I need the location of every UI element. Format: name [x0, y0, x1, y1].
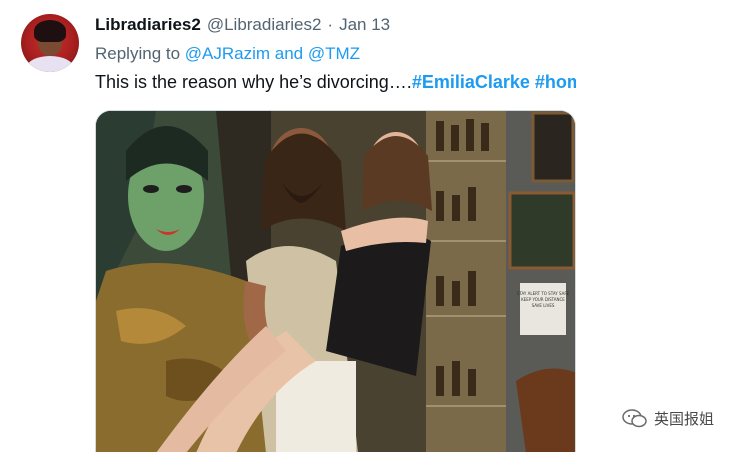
- wall-frame-middle: [508, 191, 575, 270]
- avatar[interactable]: [21, 14, 79, 72]
- tweet-photo[interactable]: STAY ALERT TO STAY SAFE KEEP YOUR DISTAN…: [95, 110, 576, 452]
- mention-joiner[interactable]: and: [270, 44, 308, 63]
- photo-scene: STAY ALERT TO STAY SAFE KEEP YOUR DISTAN…: [96, 111, 575, 452]
- display-name[interactable]: Libradiaries2: [95, 15, 201, 35]
- right-blank-area: [576, 0, 752, 452]
- avatar-hair: [34, 20, 66, 42]
- replying-to-label: Replying to: [95, 44, 185, 63]
- sign-line-3: SAVE LIVES: [532, 303, 555, 308]
- wooden-chair: [516, 368, 575, 452]
- wechat-icon: [622, 408, 648, 429]
- sign-line-1: STAY ALERT TO STAY SAFE: [517, 291, 570, 296]
- separator-dot: ·: [327, 15, 334, 34]
- user-handle[interactable]: @Libradiaries2: [207, 15, 322, 35]
- replying-to-line: Replying to @AJRazim and @TMZ: [95, 44, 360, 64]
- tweet-card[interactable]: Libradiaries2 @Libradiaries2 · Jan 13 ••…: [0, 0, 752, 452]
- watermark-text: 英国报姐: [654, 410, 715, 428]
- hashtag-emiliaclarke-link[interactable]: #EmiliaClarke: [412, 72, 530, 92]
- sign-line-2: KEEP YOUR DISTANCE: [521, 297, 565, 302]
- tweet-body: This is the reason why he’s divorcing….: [95, 72, 412, 92]
- tweet-date[interactable]: Jan 13: [339, 15, 390, 35]
- mention-ajrazim-link[interactable]: @AJRazim: [185, 44, 270, 63]
- mention-tmz-link[interactable]: @TMZ: [308, 44, 360, 63]
- wall-frame-top: [531, 111, 575, 183]
- woman-dress: [326, 232, 431, 376]
- avatar-shirt: [27, 56, 73, 72]
- watermark: 英国报姐: [622, 408, 714, 429]
- tweet-header: Libradiaries2 @Libradiaries2 · Jan 13: [95, 15, 390, 39]
